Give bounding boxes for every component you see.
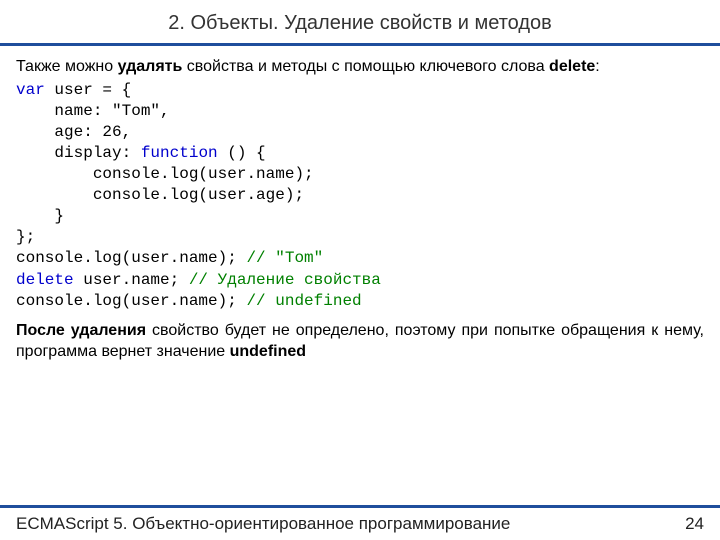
- code-l11a: console.log(user.name);: [16, 292, 246, 310]
- code-l6: console.log(user.age);: [16, 186, 304, 204]
- code-l7: }: [16, 207, 64, 225]
- code-com-1: // "Tom": [246, 249, 323, 267]
- code-kw-function: function: [141, 144, 218, 162]
- code-kw-delete: delete: [16, 271, 74, 289]
- intro-bold-2: delete: [549, 58, 595, 75]
- code-l3: age: 26,: [16, 123, 131, 141]
- footer-wrap: ECMAScript 5. Объектно-ориентированное п…: [0, 505, 720, 540]
- page-number: 24: [685, 514, 704, 534]
- code-l8: };: [16, 228, 35, 246]
- outro-bold-2: undefined: [230, 343, 306, 360]
- footer-text: ECMAScript 5. Объектно-ориентированное п…: [16, 514, 510, 534]
- intro-text-3: :: [595, 58, 599, 75]
- code-com-2: // Удаление свойства: [189, 271, 381, 289]
- code-l2: name: "Tom",: [16, 102, 170, 120]
- outro-bold-1: После удаления: [16, 322, 146, 339]
- code-l1b: user = {: [45, 81, 131, 99]
- intro-text-2: свойства и методы с помощью ключевого сл…: [182, 58, 549, 75]
- code-kw-var: var: [16, 81, 45, 99]
- intro-text-1: Также можно: [16, 58, 118, 75]
- code-l4a: display:: [16, 144, 141, 162]
- code-l10b: user.name;: [74, 271, 189, 289]
- code-l4c: () {: [218, 144, 266, 162]
- footer: ECMAScript 5. Объектно-ориентированное п…: [0, 508, 720, 534]
- slide-title: 2. Объекты. Удаление свойств и методов: [0, 0, 720, 43]
- content-area: Также можно удалять свойства и методы с …: [0, 46, 720, 505]
- code-com-3: // undefined: [246, 292, 361, 310]
- intro-paragraph: Также можно удалять свойства и методы с …: [16, 56, 704, 78]
- code-block: var user = { name: "Tom", age: 26, displ…: [16, 80, 704, 312]
- intro-bold-1: удалять: [118, 58, 183, 75]
- code-l9a: console.log(user.name);: [16, 249, 246, 267]
- code-l5: console.log(user.name);: [16, 165, 314, 183]
- outro-paragraph: После удаления свойство будет не определ…: [16, 320, 704, 363]
- slide: 2. Объекты. Удаление свойств и методов Т…: [0, 0, 720, 540]
